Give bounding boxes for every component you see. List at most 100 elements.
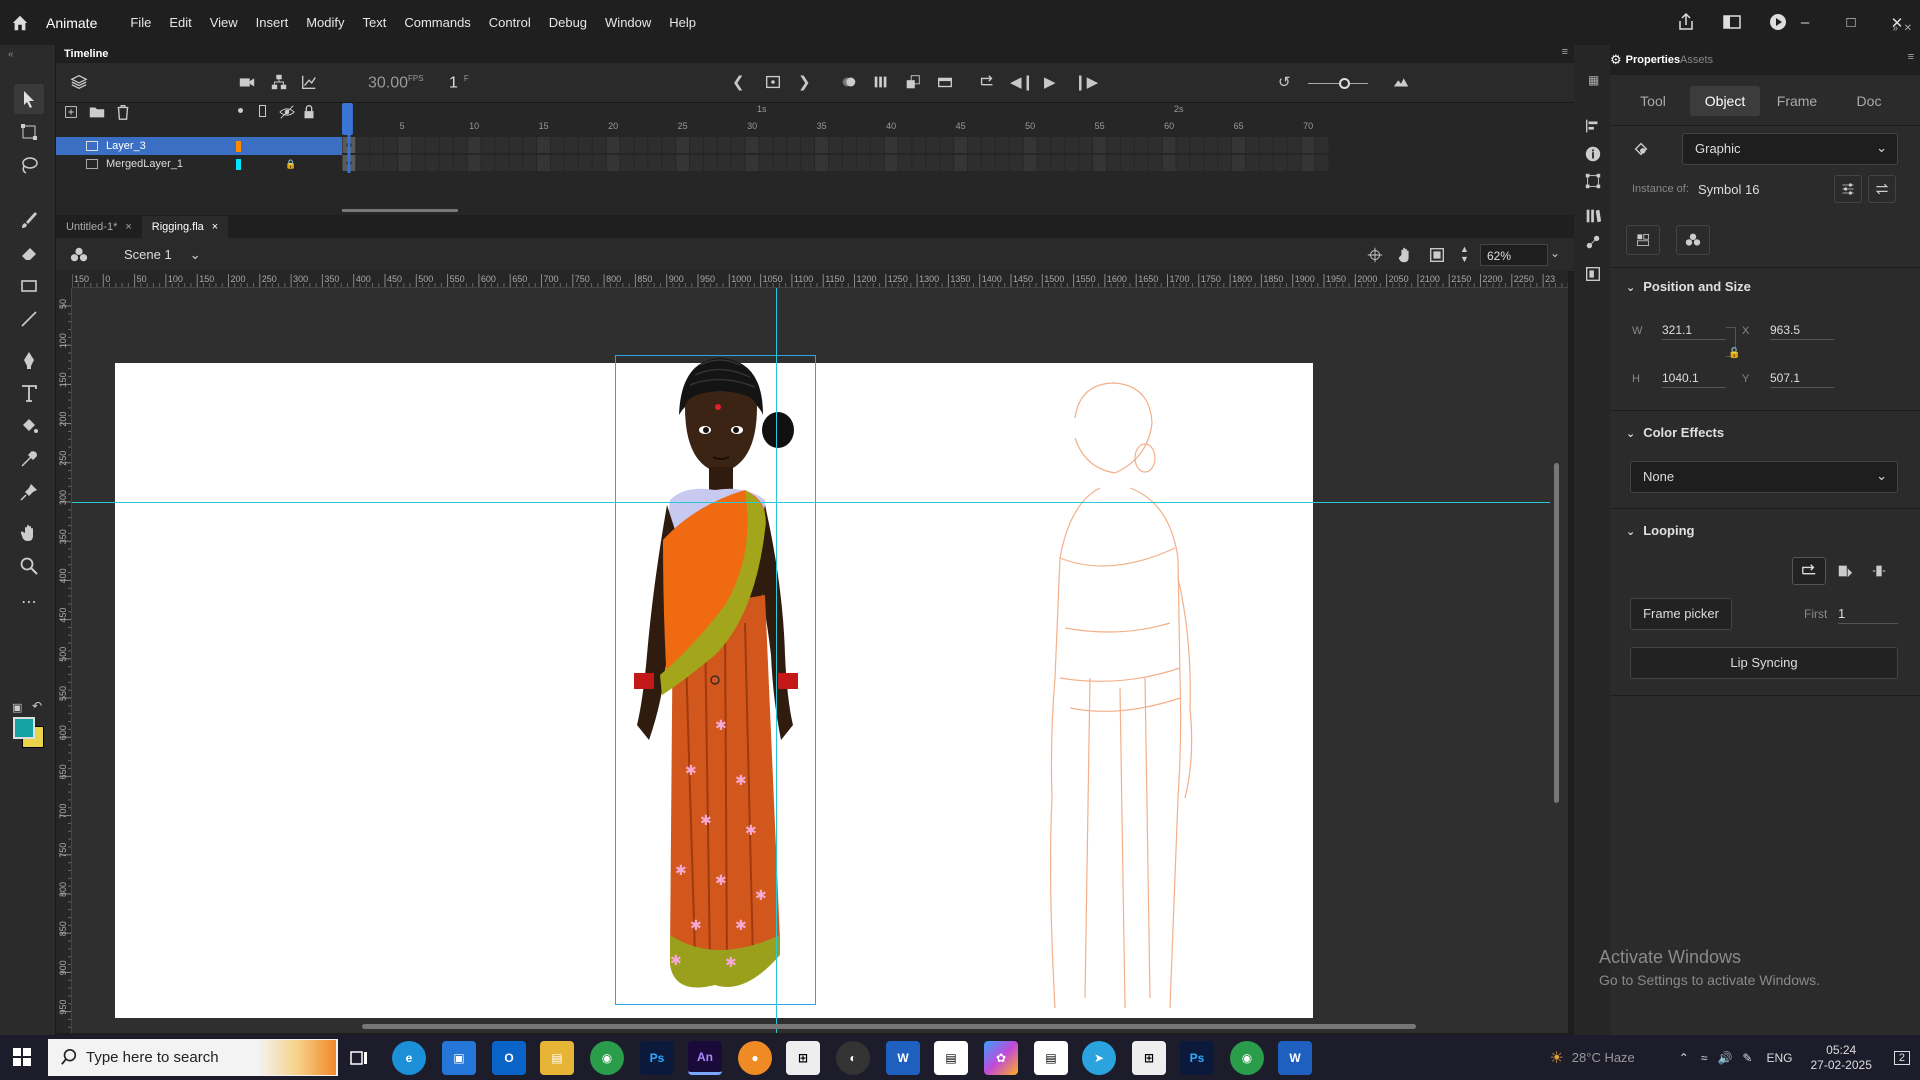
home-icon[interactable] — [0, 0, 40, 45]
library-icon[interactable] — [1584, 207, 1602, 230]
camera-icon[interactable] — [238, 73, 256, 91]
first-frame-field[interactable]: 1 — [1838, 604, 1898, 624]
chrome-icon[interactable]: ◉ — [1230, 1041, 1264, 1075]
more-tools-icon[interactable]: ⋯ — [14, 587, 44, 617]
app-orange-icon[interactable]: ● — [738, 1041, 772, 1075]
vertical-guide[interactable] — [776, 288, 777, 1033]
pen-tool-icon[interactable] — [14, 345, 44, 375]
obs-icon[interactable]: ◐ — [836, 1041, 870, 1075]
info-icon[interactable] — [1584, 145, 1602, 168]
file-explorer-icon[interactable]: ▤ — [540, 1041, 574, 1075]
line-tool-icon[interactable] — [14, 304, 44, 334]
symbol-library-icon[interactable] — [1676, 225, 1710, 255]
volume-icon[interactable]: 🔊 — [1717, 1051, 1732, 1065]
tab-properties[interactable]: ⚙ Properties — [1610, 52, 1680, 68]
paint-bucket-icon[interactable] — [14, 411, 44, 441]
word-icon[interactable]: W — [1278, 1041, 1312, 1075]
motion-tween-icon[interactable] — [904, 73, 922, 91]
layer-parenting-icon[interactable] — [270, 73, 288, 91]
y-field[interactable]: 507.1 — [1770, 369, 1834, 388]
prev-frame-icon[interactable]: ❮ — [732, 73, 745, 91]
current-frame[interactable]: 1F — [449, 74, 469, 92]
components-icon[interactable] — [1584, 265, 1602, 288]
play-once-icon[interactable] — [1828, 557, 1862, 585]
edit-symbol-icon[interactable] — [70, 246, 88, 264]
lasso-icon[interactable] — [14, 150, 44, 180]
visibility-icon[interactable] — [278, 103, 296, 121]
menu-window[interactable]: Window — [596, 15, 660, 30]
graph-icon[interactable] — [300, 73, 318, 91]
menu-help[interactable]: Help — [660, 15, 705, 30]
clock[interactable]: 05:24 27-02-2025 — [1810, 1043, 1871, 1073]
edge-icon[interactable]: e — [392, 1041, 426, 1075]
layer-lock-icon[interactable]: 🔒 — [285, 159, 296, 170]
layer-color-swatch[interactable] — [236, 158, 241, 170]
position-size-header[interactable]: ⌄ Position and Size — [1626, 279, 1751, 294]
frame-picker-button[interactable]: Frame picker — [1630, 598, 1732, 630]
notepad-icon[interactable]: ▤ — [934, 1041, 968, 1075]
step-forward-icon[interactable]: ❙▶ — [1074, 73, 1098, 91]
lip-syncing-button[interactable]: Lip Syncing — [1630, 647, 1898, 679]
windows-start-icon[interactable] — [12, 1047, 32, 1072]
tab-assets[interactable]: Assets — [1680, 54, 1713, 66]
horizontal-ruler[interactable]: 150 0 50 100 150 200 250 300 350 400 450 500 550 600 6… — [72, 270, 1568, 288]
zoom-stepper[interactable]: ▲ ▼ — [1460, 244, 1469, 264]
photoshop-icon[interactable]: Ps — [1180, 1041, 1214, 1075]
weather-text[interactable]: 28°C Haze — [1572, 1050, 1635, 1065]
menu-text[interactable]: Text — [353, 15, 395, 30]
layers-icon[interactable] — [70, 73, 88, 91]
task-view-icon[interactable] — [342, 1041, 376, 1075]
pin-tool-icon[interactable] — [14, 477, 44, 507]
free-transform-icon[interactable] — [14, 117, 44, 147]
tray-chevron-icon[interactable]: ⌃ — [1679, 1051, 1689, 1065]
word-icon[interactable]: W — [886, 1041, 920, 1075]
chrome-icon[interactable]: ◉ — [590, 1041, 624, 1075]
center-frame-icon[interactable] — [764, 73, 782, 91]
rectangle-tool-icon[interactable] — [14, 271, 44, 301]
vertical-ruler[interactable]: 50 100 150 200 250 300 350 400 450 500 550 600 650 70… — [56, 288, 72, 1033]
menu-debug[interactable]: Debug — [540, 15, 596, 30]
menu-insert[interactable]: Insert — [247, 15, 298, 30]
lock-all-icon[interactable] — [300, 103, 318, 121]
width-field[interactable]: 321.1 — [1662, 321, 1726, 340]
character-figure[interactable]: ✱ ✱ ✱ ✱ ✱ ✱ ✱ ✱ ✱ ✱ ✱ ✱ — [615, 355, 816, 1005]
delete-layer-icon[interactable] — [114, 103, 132, 121]
color-effects-header[interactable]: ⌄ Color Effects — [1626, 425, 1724, 440]
frame-grid[interactable]: 1s 2s 5 10 15 20 25 30 35 40 45 50 55 60 65 70 — [342, 103, 1574, 215]
panel-menu-icon[interactable]: ≡ — [1562, 46, 1568, 58]
edit-multiple-frames-icon[interactable] — [872, 73, 890, 91]
single-frame-icon[interactable] — [1862, 557, 1896, 585]
swap-colors-icon[interactable]: ↶ — [32, 699, 42, 713]
x-field[interactable]: 963.5 — [1770, 321, 1834, 340]
photoshop-icon[interactable]: Ps — [640, 1041, 674, 1075]
zoom-tool-icon[interactable] — [14, 551, 44, 581]
layer-name[interactable]: MergedLayer_1 — [106, 158, 236, 170]
capcut-icon[interactable]: ⊞ — [786, 1041, 820, 1075]
menu-file[interactable]: File — [121, 15, 160, 30]
outlook-icon[interactable]: O — [492, 1041, 526, 1075]
onion-skin-icon[interactable] — [840, 73, 858, 91]
timeline-zoom-handle[interactable] — [1339, 78, 1350, 89]
tab-untitled[interactable]: Untitled-1* × — [56, 216, 142, 238]
text-tool-icon[interactable] — [14, 378, 44, 408]
symbol-type-dropdown[interactable]: Graphic ⌄ — [1682, 133, 1898, 165]
tab-object[interactable]: Object — [1690, 86, 1760, 116]
weather-icon[interactable]: ☀ — [1549, 1048, 1563, 1068]
tab-frame[interactable]: Frame — [1762, 86, 1832, 116]
store-icon[interactable]: ▣ — [442, 1041, 476, 1075]
fit-timeline-icon[interactable] — [1392, 73, 1410, 91]
classic-tween-icon[interactable] — [936, 73, 954, 91]
hand-tool-icon[interactable] — [14, 518, 44, 548]
brush-icon[interactable] — [14, 205, 44, 235]
looping-header[interactable]: ⌄ Looping — [1626, 523, 1694, 538]
pen-icon[interactable]: ✎ — [1742, 1051, 1752, 1065]
layer-color-swatch[interactable] — [236, 140, 241, 152]
clip-content-icon[interactable] — [1428, 246, 1446, 264]
new-layer-icon[interactable] — [62, 103, 80, 121]
new-folder-icon[interactable] — [88, 103, 106, 121]
selection-tool-icon[interactable] — [14, 84, 44, 114]
tab-rigging[interactable]: Rigging.fla × — [141, 216, 229, 238]
telegram-icon[interactable]: ➤ — [1082, 1041, 1116, 1075]
collapse-icon[interactable]: « — [8, 49, 14, 60]
menu-modify[interactable]: Modify — [297, 15, 353, 30]
